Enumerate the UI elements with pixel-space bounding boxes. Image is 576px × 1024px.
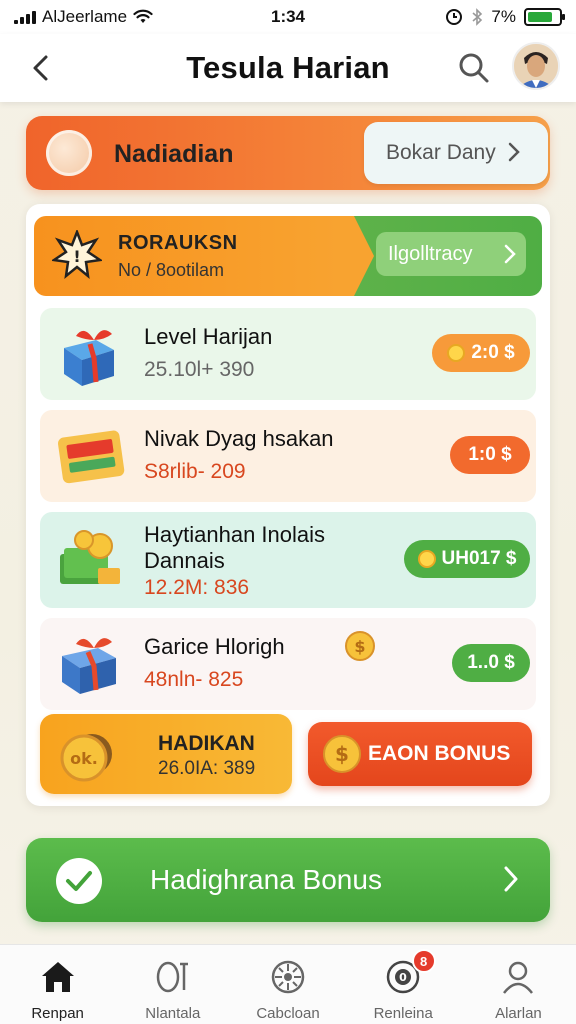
hadikan-button[interactable]: ok. HADIKAN 26.0IA: 389 <box>40 714 292 794</box>
profile-icon <box>499 959 537 995</box>
banner-cta-label: Bokar Dany <box>386 141 496 164</box>
chevron-right-icon <box>504 866 518 892</box>
coin-label: ok. <box>70 749 98 768</box>
nav-item-profile[interactable]: Alarlan <box>461 945 576 1024</box>
status-bar: AlJeerlame 1:34 7% <box>0 0 576 34</box>
reward-pill[interactable]: 1..0 $ <box>452 644 530 682</box>
home-icon <box>39 959 77 995</box>
search-button[interactable] <box>454 48 494 88</box>
tasks-icon <box>154 959 192 995</box>
task-row[interactable]: Garice Hlorigh 48nln- 825 $ 1..0 $ <box>40 618 536 710</box>
check-circle-icon <box>56 858 102 904</box>
nav-item-home[interactable]: Renpan <box>0 945 115 1024</box>
carrier-name: AlJeerlame <box>42 7 128 26</box>
promo-subtitle: No / 8ootilam <box>118 260 225 280</box>
ticket-icon <box>58 430 125 484</box>
nav-label: Nlantala <box>145 1005 201 1022</box>
user-photo-icon <box>514 44 558 88</box>
task-card: ! RORAUKSN No / 8ootilam Ilgolltracy Lev… <box>26 204 550 806</box>
reward-amount: 1..0 $ <box>467 652 515 673</box>
reward-pill[interactable]: 2:0 $ <box>432 334 530 372</box>
status-time: 1:34 <box>270 7 306 26</box>
promo-title: RORAUKSN <box>118 232 238 254</box>
bottom-nav: Renpan Nlantala Cabcloan 0 8 Renleina Al… <box>0 944 576 1024</box>
cash-stack-icon <box>60 530 120 584</box>
eaon-bonus-label: EAON BONUS <box>368 742 511 765</box>
nav-item-wheel[interactable]: Cabcloan <box>230 945 345 1024</box>
eaon-bonus-button[interactable]: $ EAON BONUS <box>308 722 532 786</box>
battery-icon <box>524 8 565 26</box>
signal-icon <box>14 10 36 24</box>
bluetooth-icon <box>472 8 483 26</box>
nav-item-bonus[interactable]: 0 8 Renleina <box>346 945 461 1024</box>
reward-pill[interactable]: 1:0 $ <box>450 436 530 474</box>
dollar-coin-icon: $ <box>323 735 361 773</box>
nav-label: Cabcloan <box>256 1005 320 1022</box>
alarm-icon <box>446 9 463 25</box>
svg-text:0: 0 <box>399 971 407 984</box>
gold-coin-icon: ok. <box>60 734 112 782</box>
reward-amount: UH017 $ <box>441 548 517 569</box>
wifi-icon <box>133 9 153 23</box>
svg-text:!: ! <box>73 247 80 266</box>
gold-coin-icon: $ <box>345 631 375 661</box>
task-subtitle: S8rlib- 209 <box>144 460 246 483</box>
chevron-right-icon <box>508 142 520 162</box>
claim-bonus-button[interactable]: Hadighrana Bonus <box>26 838 550 922</box>
nav-label: Alarlan <box>495 1005 542 1022</box>
back-button[interactable] <box>22 50 58 86</box>
claim-bonus-label: Hadighrana Bonus <box>150 864 382 895</box>
task-title-line1: Haytianhan Inolais <box>144 522 326 547</box>
search-icon <box>459 53 489 83</box>
banner-badge-icon <box>46 130 92 176</box>
app-header: Tesula Harian <box>0 34 576 102</box>
task-title: Garice Hlorigh <box>144 634 285 659</box>
chevron-right-icon <box>504 244 516 264</box>
banner-title: Nadiadian <box>114 140 234 168</box>
task-title: Nivak Dyag hsakan <box>144 426 334 451</box>
reward-amount: 1:0 $ <box>468 444 512 465</box>
task-row[interactable]: Nivak Dyag hsakan S8rlib- 209 1:0 $ <box>40 410 536 502</box>
page-title: Tesula Harian <box>186 50 390 85</box>
hadikan-subtitle: 26.0IA: 389 <box>158 758 256 779</box>
promo-button[interactable]: Ilgolltracy <box>376 232 526 276</box>
svg-text:$: $ <box>354 637 365 656</box>
task-title-line2: Dannais <box>144 548 225 573</box>
reward-pill[interactable]: UH017 $ <box>404 540 530 578</box>
task-row[interactable]: Level Harijan 25.10l+ 390 2:0 $ <box>40 308 536 400</box>
nav-item-tasks[interactable]: Nlantala <box>115 945 230 1024</box>
notification-badge: 8 <box>411 949 436 973</box>
present-icon <box>62 638 116 694</box>
svg-text:$: $ <box>335 742 349 766</box>
gift-box-icon <box>64 330 114 386</box>
task-subtitle: 25.10l+ 390 <box>144 358 255 381</box>
task-subtitle: 12.2M: 836 <box>144 576 250 599</box>
promo-divider <box>334 216 374 296</box>
coin-icon <box>447 344 466 362</box>
task-row[interactable]: Haytianhan Inolais Dannais 12.2M: 836 UH… <box>40 512 536 608</box>
task-subtitle: 48nln- 825 <box>144 668 244 691</box>
chevron-left-icon <box>33 55 48 81</box>
promo-banner[interactable]: ! RORAUKSN No / 8ootilam Ilgolltracy <box>34 216 542 296</box>
wheel-icon <box>269 959 307 995</box>
promo-button-label: Ilgolltracy <box>388 242 473 265</box>
hadikan-title: HADIKAN <box>158 732 255 755</box>
nav-label: Renpan <box>31 1005 84 1022</box>
nav-label: Renleina <box>373 1005 433 1022</box>
top-banner[interactable]: Nadiadian Bokar Dany <box>26 116 550 190</box>
starburst-icon: ! <box>52 230 102 279</box>
battery-percent: 7% <box>491 7 516 26</box>
coin-icon <box>417 550 436 568</box>
reward-amount: 2:0 $ <box>471 342 515 363</box>
avatar[interactable] <box>512 42 560 90</box>
task-title: Level Harijan <box>144 324 273 349</box>
banner-cta-button[interactable]: Bokar Dany <box>364 122 548 184</box>
